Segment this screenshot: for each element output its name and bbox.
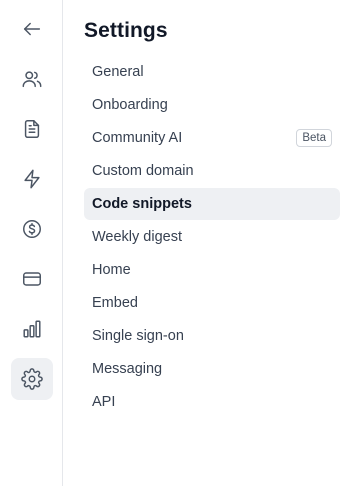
settings-item-onboarding[interactable]: Onboarding <box>84 89 340 121</box>
settings-item-home[interactable]: Home <box>84 254 340 286</box>
gear-icon <box>21 368 43 390</box>
automations-nav-button[interactable] <box>11 158 53 200</box>
bar-chart-icon <box>23 320 41 338</box>
settings-menu: General Onboarding Community AI Beta Cus… <box>84 56 340 419</box>
settings-item-label: API <box>92 394 116 410</box>
settings-item-label: Code snippets <box>92 196 192 212</box>
settings-item-label: Community AI <box>92 130 183 146</box>
settings-nav-button[interactable] <box>11 358 53 400</box>
settings-item-api[interactable]: API <box>84 386 340 418</box>
analytics-nav-button[interactable] <box>11 308 53 350</box>
members-nav-button[interactable] <box>11 58 53 100</box>
content-nav-button[interactable] <box>11 108 53 150</box>
document-icon <box>24 120 40 138</box>
settings-item-label: Onboarding <box>92 97 168 113</box>
icon-rail <box>0 0 63 486</box>
lightning-icon <box>24 169 40 189</box>
settings-item-label: Embed <box>92 295 138 311</box>
billing-nav-button[interactable] <box>11 258 53 300</box>
settings-item-messaging[interactable]: Messaging <box>84 353 340 385</box>
settings-item-label: Single sign-on <box>92 328 184 344</box>
settings-item-label: Messaging <box>92 361 163 377</box>
settings-item-label: Home <box>92 262 131 278</box>
monetization-nav-button[interactable] <box>11 208 53 250</box>
settings-item-single-sign-on[interactable]: Single sign-on <box>84 320 340 352</box>
settings-item-community-ai[interactable]: Community AI Beta <box>84 122 340 154</box>
settings-item-code-snippets[interactable]: Code snippets <box>84 188 340 220</box>
settings-item-label: Weekly digest <box>92 229 182 245</box>
dollar-icon <box>23 220 41 238</box>
settings-item-embed[interactable]: Embed <box>84 287 340 319</box>
settings-item-general[interactable]: General <box>84 56 340 88</box>
page-title: Settings <box>84 19 168 42</box>
settings-item-label: General <box>92 64 144 80</box>
credit-card-icon <box>23 272 41 286</box>
beta-badge: Beta <box>296 129 332 147</box>
settings-item-weekly-digest[interactable]: Weekly digest <box>84 221 340 253</box>
settings-item-label: Custom domain <box>92 163 194 179</box>
settings-panel: Settings General Onboarding Community AI… <box>63 0 364 486</box>
settings-item-custom-domain[interactable]: Custom domain <box>84 155 340 187</box>
back-button[interactable] <box>11 8 53 50</box>
users-icon <box>22 71 42 88</box>
arrow-left-icon <box>23 22 41 36</box>
